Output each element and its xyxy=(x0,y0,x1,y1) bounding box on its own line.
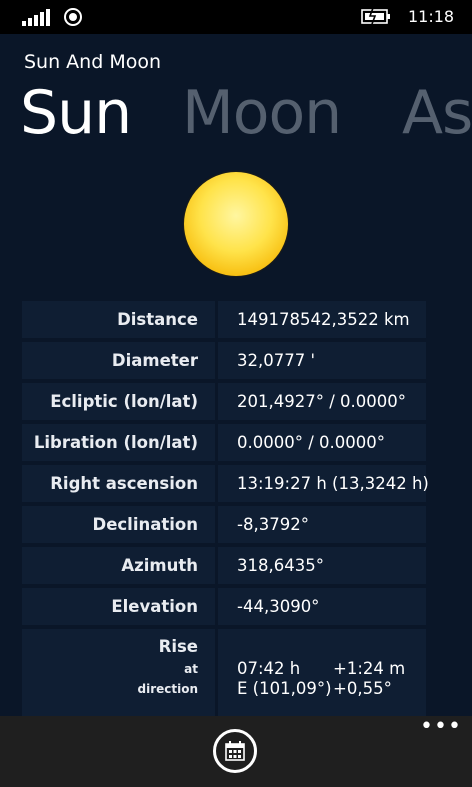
table-row-rise: Rise at direction 07:42 h +1:24 m E (101,… xyxy=(22,629,426,719)
tab-astro[interactable]: Ast xyxy=(402,78,472,148)
row-value: 318,6435° xyxy=(218,547,426,584)
calendar-button[interactable] xyxy=(213,729,257,773)
row-value: 13:19:27 h (13,3242 h) xyxy=(218,465,429,502)
row-value: 32,0777 ' xyxy=(218,342,426,379)
rise-at-label: at xyxy=(184,662,198,676)
table-row-azimuth: Azimuth 318,6435° xyxy=(22,547,426,584)
row-value: 149178542,3522 km xyxy=(218,301,426,338)
calendar-icon xyxy=(225,741,245,761)
rise-label-cell: Rise at direction xyxy=(22,629,215,719)
table-row-elevation: Elevation -44,3090° xyxy=(22,588,426,625)
row-label: Distance xyxy=(22,301,215,338)
status-clock: 11:18 xyxy=(408,7,455,26)
app-bar: ••• xyxy=(0,716,472,787)
status-bar: 11:18 xyxy=(0,0,472,34)
rise-direction-delta: +0,55° xyxy=(333,679,392,698)
row-label: Declination xyxy=(22,506,215,543)
more-icon[interactable]: ••• xyxy=(420,716,461,742)
row-label: Diameter xyxy=(22,342,215,379)
row-label: Ecliptic (lon/lat) xyxy=(22,383,215,420)
battery-charging-icon xyxy=(361,7,390,25)
table-row-declination: Declination -8,3792° xyxy=(22,506,426,543)
table-row-libration: Libration (lon/lat) 0.0000° / 0.0000° xyxy=(22,424,426,461)
tab-sun[interactable]: Sun xyxy=(20,78,132,148)
row-label: Right ascension xyxy=(22,465,215,502)
rise-value-cell: 07:42 h +1:24 m E (101,09°)+0,55° xyxy=(218,629,426,719)
sun-image xyxy=(184,172,288,276)
rise-direction: E (101,09°) xyxy=(237,679,332,698)
table-row-distance: Distance 149178542,3522 km xyxy=(22,301,426,338)
rise-time-delta: +1:24 m xyxy=(333,659,406,678)
app-title: Sun And Moon xyxy=(24,51,162,73)
rise-label: Rise xyxy=(158,637,198,656)
pivot-header: Sun Moon Ast xyxy=(0,78,472,158)
row-value: 0.0000° / 0.0000° xyxy=(218,424,426,461)
signal-strength-icon xyxy=(22,8,54,26)
table-row-ecliptic: Ecliptic (lon/lat) 201,4927° / 0.0000° xyxy=(22,383,426,420)
tab-moon[interactable]: Moon xyxy=(182,78,342,148)
row-value: -44,3090° xyxy=(218,588,426,625)
row-label: Azimuth xyxy=(22,547,215,584)
rise-time-line: 07:42 h +1:24 m xyxy=(237,659,426,679)
rise-direction-line: E (101,09°)+0,55° xyxy=(237,679,426,699)
location-icon xyxy=(64,8,82,26)
row-value: 201,4927° / 0.0000° xyxy=(218,383,426,420)
rise-time: 07:42 h xyxy=(237,659,301,678)
rise-direction-label: direction xyxy=(137,682,198,696)
table-row-diameter: Diameter 32,0777 ' xyxy=(22,342,426,379)
sun-data-table: Distance 149178542,3522 km Diameter 32,0… xyxy=(22,301,429,723)
row-label: Libration (lon/lat) xyxy=(22,424,215,461)
table-row-right-ascension: Right ascension 13:19:27 h (13,3242 h) xyxy=(22,465,429,502)
row-value: -8,3792° xyxy=(218,506,426,543)
row-label: Elevation xyxy=(22,588,215,625)
